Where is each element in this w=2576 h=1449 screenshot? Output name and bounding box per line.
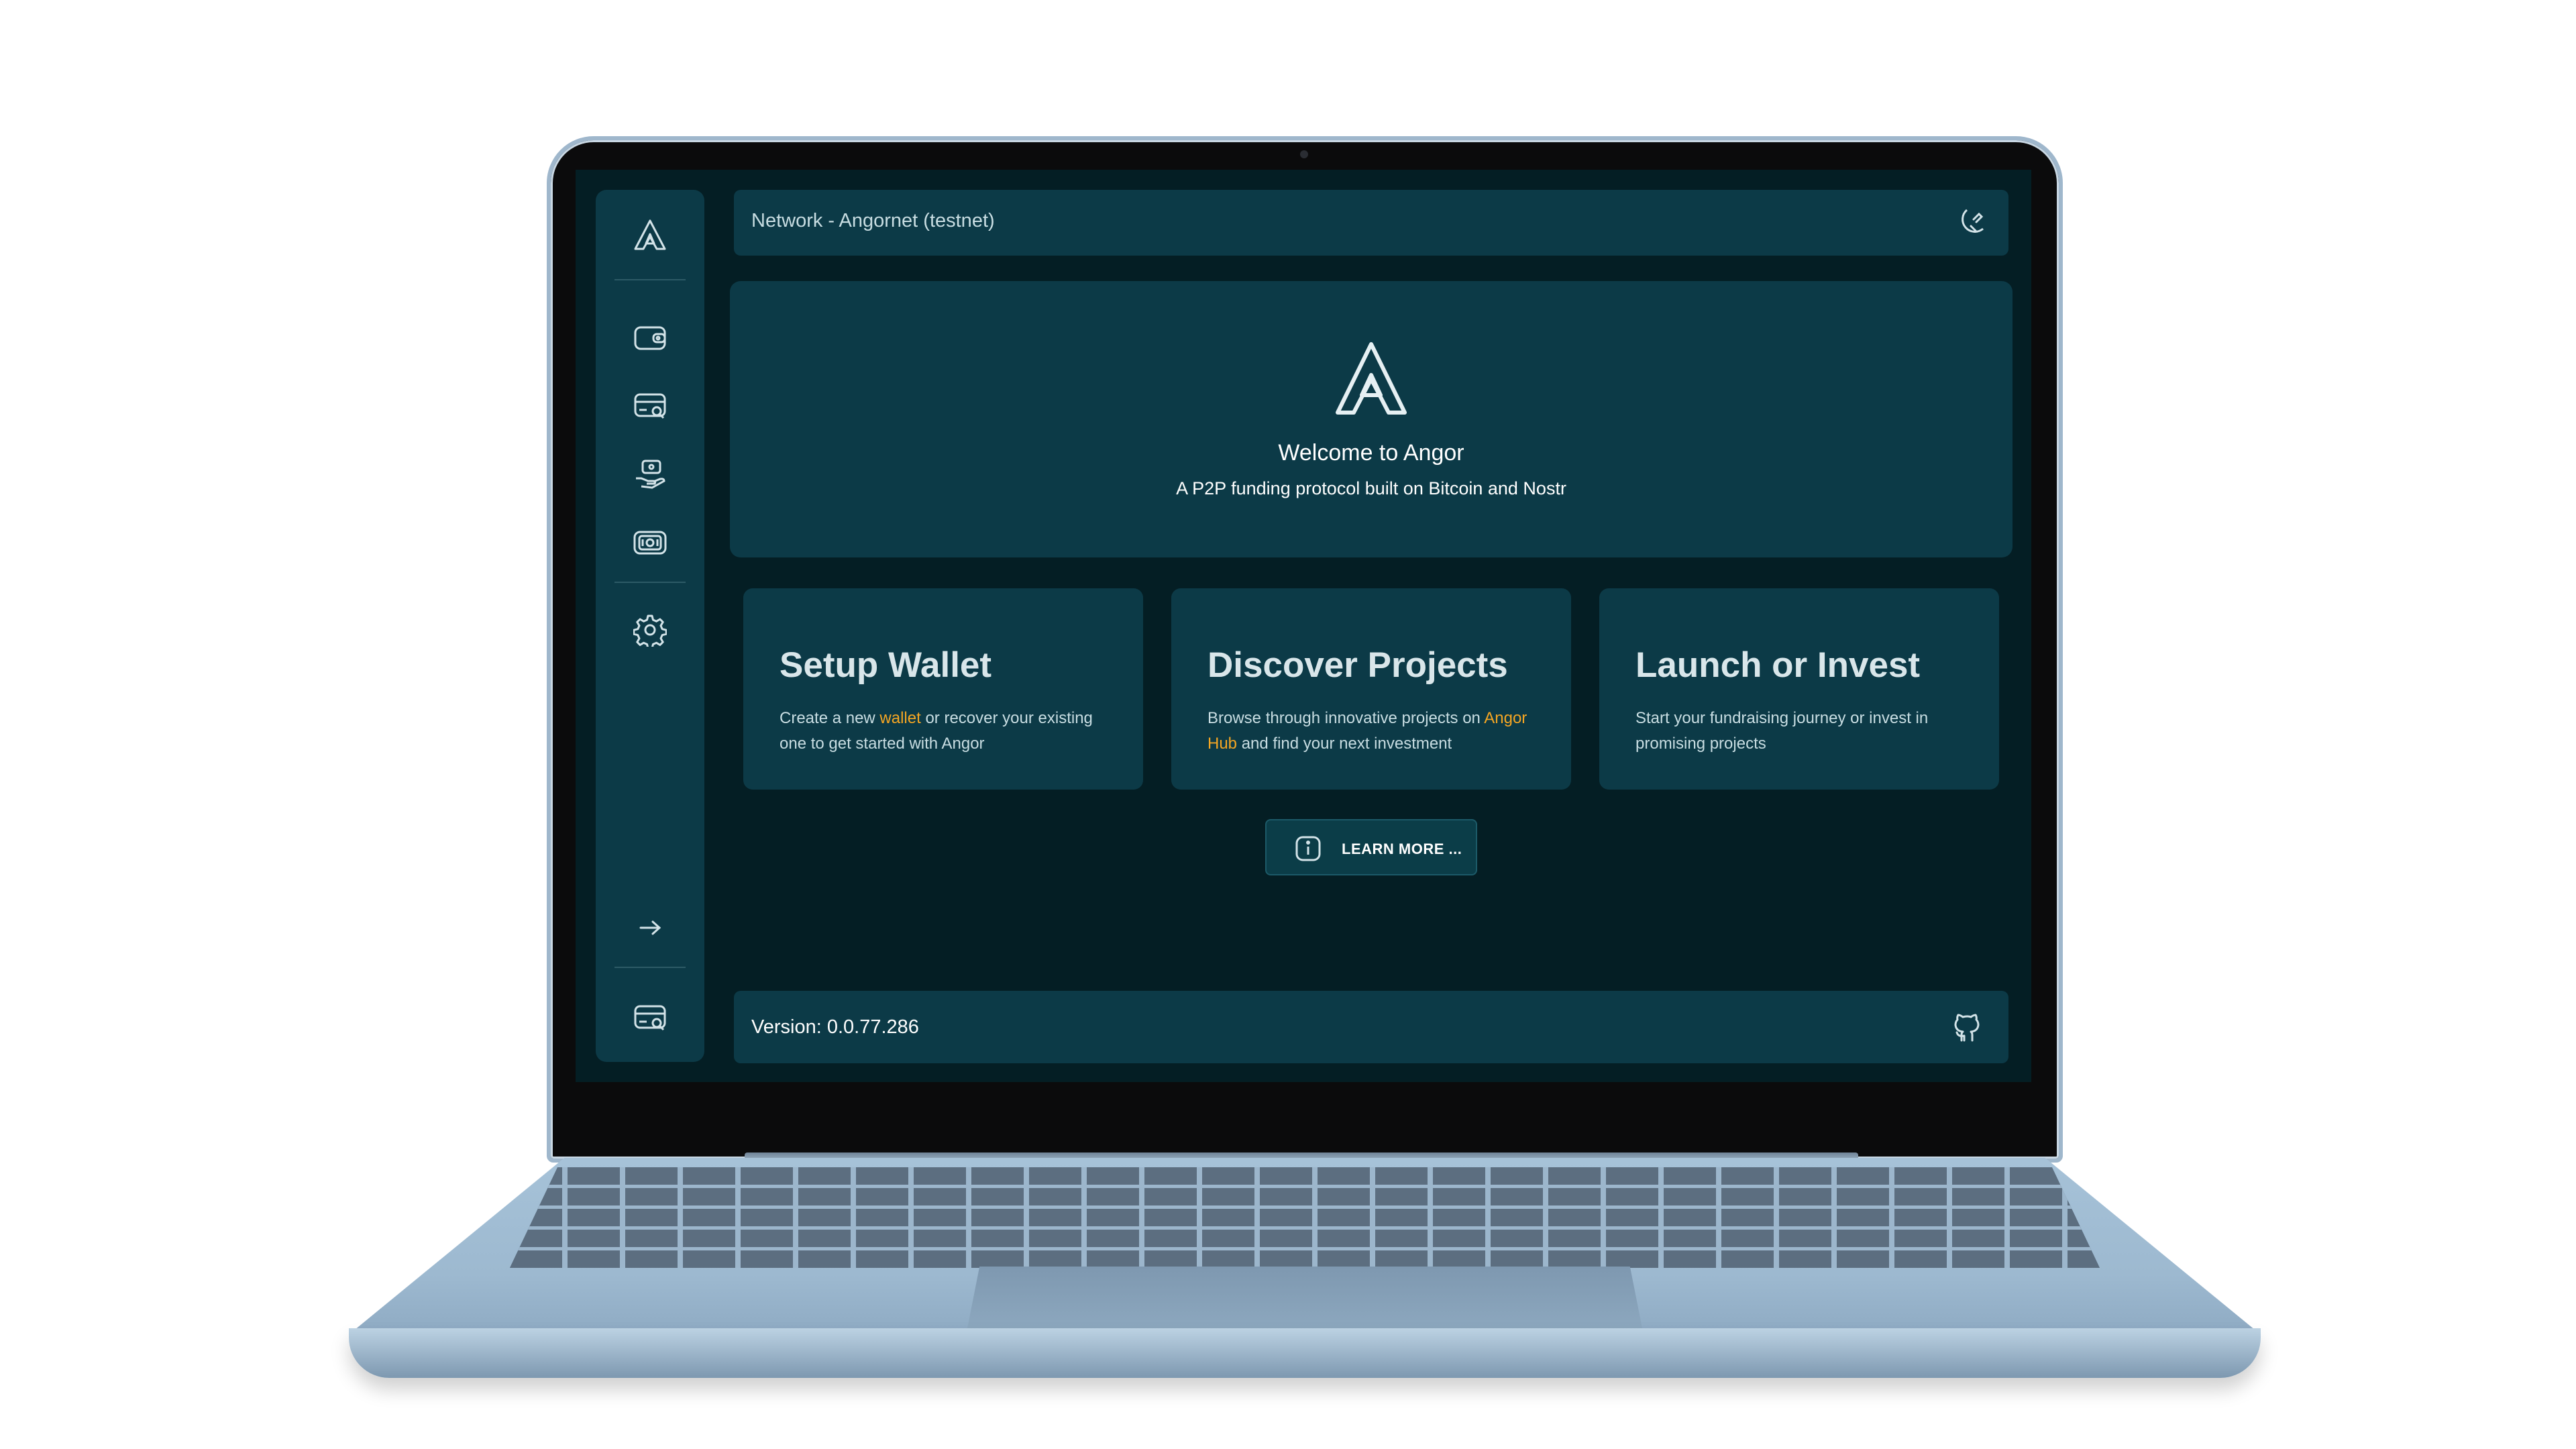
angor-logo-icon[interactable]	[630, 215, 670, 256]
top-bar: Network - Angornet (testnet)	[734, 190, 2008, 256]
theme-toggle-button[interactable]	[1953, 206, 1988, 241]
network-label: Network - Angornet (testnet)	[751, 210, 995, 231]
card-title: Discover Projects	[1208, 645, 1508, 685]
sidebar-item-funds[interactable]	[630, 523, 670, 563]
info-icon	[1295, 836, 1321, 861]
sidebar-item-wallet[interactable]	[630, 317, 670, 358]
webcam	[1300, 150, 1308, 158]
welcome-title: Welcome to Angor	[1278, 440, 1464, 466]
funds-icon	[633, 531, 667, 555]
trackpad	[966, 1267, 1644, 1335]
sidebar-divider	[614, 279, 686, 280]
bottom-bar: Version: 0.0.77.286	[734, 991, 2008, 1063]
card-desc-text: Create a new	[780, 709, 880, 727]
card-title: Setup Wallet	[780, 645, 992, 685]
card-launch-or-invest[interactable]: Launch or Invest Start your fundraising …	[1599, 588, 1999, 790]
card-desc-text: Start your fundraising journey or invest…	[1635, 709, 1929, 753]
sidebar-item-browse[interactable]	[630, 386, 670, 426]
app-window: Network - Angornet (testnet) Welcome to …	[576, 170, 2031, 1082]
keyboard-rows	[510, 1167, 2100, 1268]
sidebar-item-browse-bottom[interactable]	[630, 998, 670, 1038]
version-label: Version: 0.0.77.286	[751, 1016, 919, 1038]
laptop-base-edge	[349, 1328, 2261, 1378]
welcome-panel: Welcome to Angor A P2P funding protocol …	[730, 281, 2012, 557]
wallet-icon	[634, 326, 666, 350]
learn-more-button[interactable]: LEARN MORE ...	[1265, 819, 1477, 875]
learn-more-label: LEARN MORE ...	[1342, 841, 1462, 857]
theme-toggle-icon	[1962, 209, 1984, 233]
card-description: Create a new wallet or recover your exis…	[780, 706, 1115, 757]
gear-icon	[633, 614, 667, 647]
wallet-link[interactable]: wallet	[879, 709, 920, 727]
welcome-subtitle: A P2P funding protocol built on Bitcoin …	[1176, 478, 1566, 498]
github-icon	[1954, 1014, 1980, 1042]
card-description: Start your fundraising journey or invest…	[1635, 706, 1971, 757]
sidebar-item-settings[interactable]	[630, 610, 670, 650]
angor-logo-icon	[1330, 340, 1413, 421]
invest-icon	[636, 460, 665, 489]
arrow-right-icon	[639, 920, 661, 935]
scene: Network - Angornet (testnet) Welcome to …	[0, 0, 2576, 1449]
sidebar	[596, 190, 704, 1062]
github-button[interactable]	[1951, 1010, 1986, 1044]
card-discover-projects[interactable]: Discover Projects Browse through innovat…	[1171, 588, 1571, 790]
browse-icon	[634, 1005, 666, 1031]
card-description: Browse through innovative projects on An…	[1208, 706, 1543, 757]
sidebar-item-invest[interactable]	[630, 454, 670, 494]
card-setup-wallet[interactable]: Setup Wallet Create a new wallet or reco…	[743, 588, 1143, 790]
sidebar-divider	[614, 967, 686, 968]
card-desc-text: and find your next investment	[1237, 735, 1452, 753]
card-desc-text: Browse through innovative projects on	[1208, 709, 1485, 727]
card-title: Launch or Invest	[1635, 645, 1921, 685]
sidebar-expand-button[interactable]	[630, 908, 670, 948]
sidebar-divider	[614, 582, 686, 583]
browse-icon	[634, 393, 666, 419]
